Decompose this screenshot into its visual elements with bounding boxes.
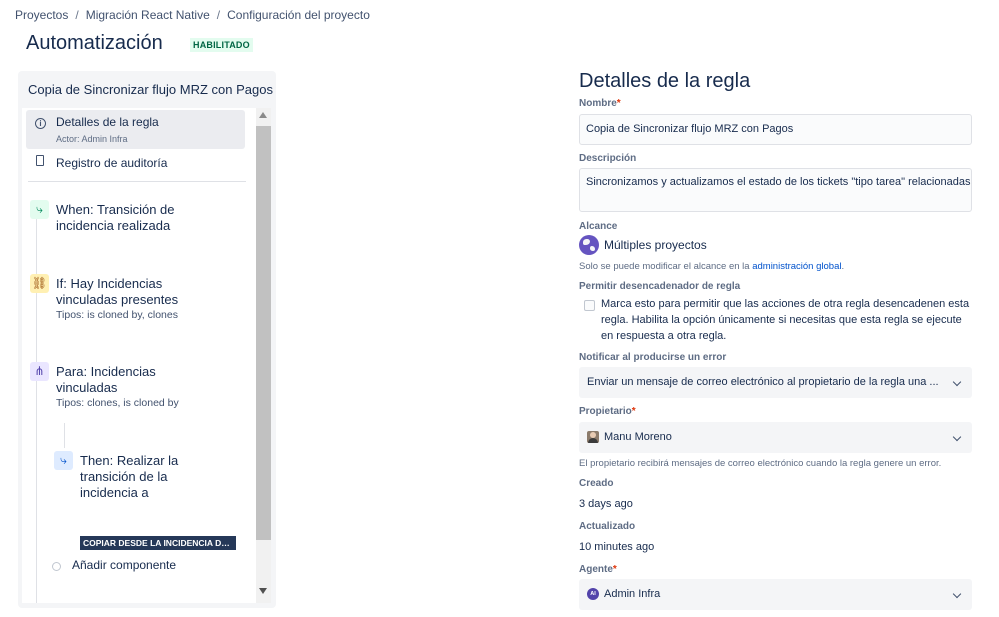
scope-helper-text: Solo se puede modificar el alcance en la… bbox=[579, 261, 845, 272]
notify-select-value: Enviar un mensaje de correo electrónico … bbox=[587, 376, 939, 388]
rule-name-heading: Copia de Sincronizar flujo MRZ con Pagos bbox=[28, 82, 273, 97]
allow-trigger-label: Permitir desencadenador de regla bbox=[579, 281, 741, 292]
audit-log-label: Registro de auditoría bbox=[56, 156, 168, 170]
scroll-down-arrow-icon[interactable] bbox=[259, 588, 267, 594]
add-component-label: Añadir componente bbox=[72, 558, 177, 572]
divider bbox=[28, 181, 246, 182]
owner-select-value: Manu Moreno bbox=[604, 431, 672, 443]
rule-details-label: Detalles de la regla bbox=[56, 115, 159, 129]
status-badge: HABILITADO bbox=[190, 38, 253, 52]
breadcrumb-separator: / bbox=[216, 8, 221, 22]
document-icon bbox=[36, 155, 44, 166]
globe-icon bbox=[579, 235, 599, 255]
component-subtitle: Tipos: clones, is cloned by bbox=[56, 397, 179, 409]
owner-label: Propietario* bbox=[579, 406, 636, 417]
component-title: Para: Incidencias vinculadas bbox=[56, 364, 156, 395]
component-action[interactable]: ⤷ Then: Realizar la transición de la inc… bbox=[54, 451, 244, 551]
branch-connector-line bbox=[64, 423, 65, 448]
rule-details-item[interactable]: i Detalles de la regla Actor: Admin Infr… bbox=[26, 110, 245, 149]
rule-actor-label: Actor: Admin Infra bbox=[56, 134, 128, 144]
owner-select[interactable]: Manu Moreno bbox=[579, 422, 972, 453]
rule-components-list[interactable]: i Detalles de la regla Actor: Admin Infr… bbox=[22, 108, 271, 603]
agent-select-value: Admin Infra bbox=[604, 588, 661, 600]
avatar: AI bbox=[587, 588, 599, 600]
scroll-up-arrow-icon[interactable] bbox=[259, 112, 267, 118]
breadcrumb-item-settings[interactable]: Configuración del proyecto bbox=[227, 8, 370, 22]
avatar bbox=[587, 431, 599, 443]
status-lozenge: COPIAR DESDE LA INCIDENCIA DE... bbox=[80, 536, 236, 550]
hierarchy-icon: ⋔ bbox=[30, 362, 49, 381]
transition-icon: ⤷ bbox=[54, 451, 73, 470]
notify-select[interactable]: Enviar un mensaje de correo electrónico … bbox=[579, 367, 972, 398]
scrollbar[interactable] bbox=[256, 108, 271, 603]
component-title: When: Transición de incidencia realizada bbox=[56, 202, 175, 233]
global-admin-link[interactable]: administración global bbox=[752, 261, 841, 272]
agent-label: Agente* bbox=[579, 564, 617, 575]
component-condition[interactable]: ⛓ If: Hay Incidencias vinculadas present… bbox=[30, 274, 230, 324]
notify-label: Notificar al producirse un error bbox=[579, 352, 727, 363]
rule-details-title: Detalles de la regla bbox=[579, 70, 751, 92]
component-title: Then: Realizar la transición de la incid… bbox=[80, 453, 179, 500]
rule-name-input[interactable]: Copia de Sincronizar flujo MRZ con Pagos bbox=[579, 114, 972, 145]
breadcrumb-item-project[interactable]: Migración React Native bbox=[86, 8, 210, 22]
component-subtitle: Tipos: is cloned by, clones bbox=[56, 309, 178, 321]
breadcrumb-item-projects[interactable]: Proyectos bbox=[15, 8, 68, 22]
breadcrumb-separator: / bbox=[75, 8, 79, 22]
info-icon: i bbox=[35, 118, 46, 129]
created-label: Creado bbox=[579, 478, 614, 489]
component-branch[interactable]: ⋔ Para: Incidencias vinculadas Tipos: cl… bbox=[30, 362, 230, 412]
scope-label: Alcance bbox=[579, 221, 618, 232]
scope-value: Múltiples proyectos bbox=[604, 238, 707, 252]
transition-icon: ⤷ bbox=[30, 200, 49, 219]
scroll-thumb[interactable] bbox=[256, 126, 271, 540]
description-label: Descripción bbox=[579, 153, 637, 164]
link-icon: ⛓ bbox=[30, 274, 49, 293]
chevron-down-icon bbox=[952, 377, 962, 387]
page-title: Automatización bbox=[26, 32, 163, 54]
audit-log-item[interactable]: Registro de auditoría bbox=[26, 152, 245, 180]
component-trigger[interactable]: ⤷ When: Transición de incidencia realiza… bbox=[30, 200, 230, 240]
allow-trigger-text: Marca esto para permitir que las accione… bbox=[601, 298, 970, 342]
breadcrumb: Proyectos / Migración React Native / Con… bbox=[15, 8, 370, 22]
created-value: 3 days ago bbox=[579, 498, 633, 510]
add-component-dot-icon bbox=[52, 562, 61, 571]
agent-select[interactable]: AI Admin Infra bbox=[579, 579, 972, 610]
description-textarea[interactable]: Sincronizamos y actualizamos el estado d… bbox=[579, 168, 972, 212]
owner-helper-text: El propietario recibirá mensajes de corr… bbox=[579, 458, 942, 469]
updated-value: 10 minutes ago bbox=[579, 541, 655, 553]
rule-components-panel: Copia de Sincronizar flujo MRZ con Pagos… bbox=[18, 71, 276, 608]
allow-trigger-checkbox[interactable] bbox=[584, 300, 595, 311]
name-label: Nombre* bbox=[579, 98, 621, 109]
component-title: If: Hay Incidencias vinculadas presentes bbox=[56, 276, 179, 307]
updated-label: Actualizado bbox=[579, 521, 636, 532]
